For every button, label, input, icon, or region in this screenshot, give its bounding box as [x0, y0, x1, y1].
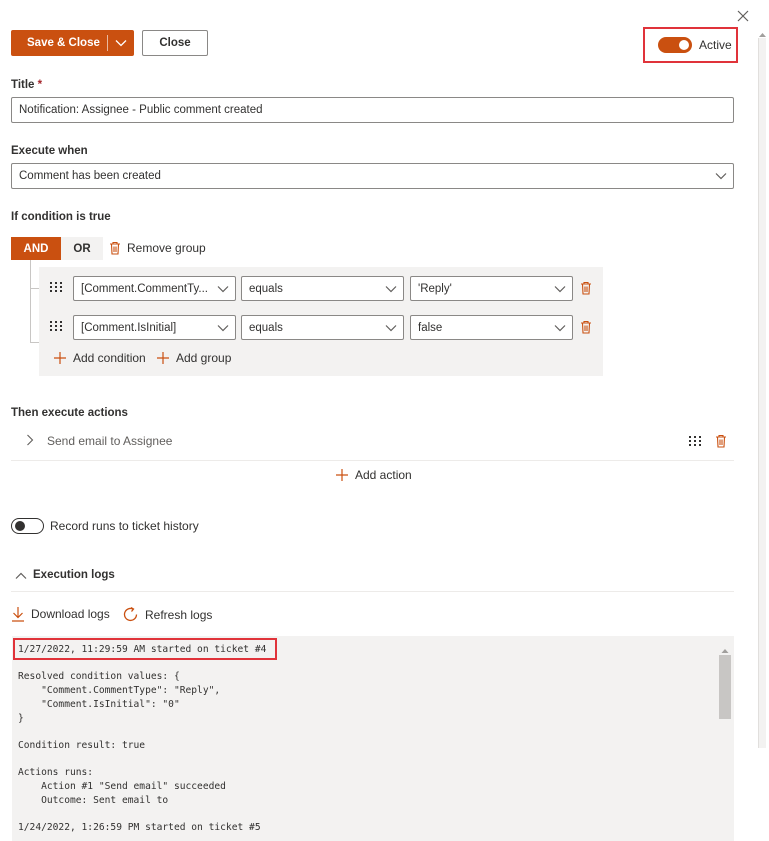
drag-handle-icon[interactable] — [50, 282, 63, 292]
action-item-label[interactable]: Send email to Assignee — [47, 434, 172, 448]
add-group-button[interactable]: Add group — [156, 351, 231, 365]
log-highlight-box — [13, 638, 277, 660]
condition-field-value: [Comment.IsInitial] — [81, 321, 177, 334]
trash-icon — [109, 241, 121, 255]
panel-scrollbar-thumb[interactable] — [758, 38, 766, 748]
trash-icon[interactable] — [715, 434, 727, 451]
divider — [11, 591, 734, 592]
chevron-down-icon — [379, 324, 403, 332]
active-label: Active — [699, 38, 732, 52]
log-line: "Comment.CommentType": "Reply", — [18, 685, 221, 697]
execute-when-dropdown[interactable]: Comment has been created — [11, 163, 734, 189]
tree-line — [30, 260, 31, 342]
active-toggle[interactable] — [658, 37, 692, 53]
condition-value-dropdown[interactable]: false — [410, 315, 573, 340]
plus-icon — [156, 351, 170, 365]
remove-group-label: Remove group — [127, 241, 206, 255]
title-input[interactable]: Notification: Assignee - Public comment … — [11, 97, 734, 123]
remove-group-button[interactable]: Remove group — [109, 241, 206, 255]
chevron-down-icon — [379, 285, 403, 293]
add-condition-button[interactable]: Add condition — [53, 351, 146, 365]
chevron-right-icon[interactable] — [26, 434, 34, 449]
add-condition-label: Add condition — [73, 351, 146, 365]
log-scrollbar-thumb[interactable] — [719, 655, 731, 719]
log-line: Condition result: true — [18, 739, 146, 751]
condition-operator-value: equals — [249, 282, 283, 295]
condition-field-value: [Comment.CommentTy... — [81, 282, 208, 295]
log-line: Outcome: Sent email to — [18, 794, 169, 806]
log-line: } — [18, 712, 24, 724]
and-button[interactable]: AND — [11, 237, 61, 260]
chevron-down-icon — [211, 324, 235, 332]
execution-logs-label[interactable]: Execution logs — [33, 569, 115, 581]
condition-field-dropdown[interactable]: [Comment.CommentTy... — [73, 276, 236, 301]
condition-field-dropdown[interactable]: [Comment.IsInitial] — [73, 315, 236, 340]
or-button[interactable]: OR — [61, 237, 103, 260]
add-action-button[interactable]: Add action — [335, 468, 412, 482]
chevron-down-icon — [548, 324, 572, 332]
plus-icon — [53, 351, 67, 365]
download-logs-button[interactable]: Download logs — [11, 606, 110, 622]
actions-label: Then execute actions — [11, 407, 128, 419]
log-line: ​ — [18, 753, 266, 767]
chevron-down-icon[interactable] — [108, 39, 134, 47]
divider — [11, 460, 734, 461]
condition-value-value: 'Reply' — [418, 282, 452, 295]
required-mark: * — [37, 79, 43, 91]
log-line: ​ — [18, 807, 266, 821]
download-icon — [11, 606, 25, 622]
log-line: Action #1 "Send email" succeeded — [18, 781, 226, 793]
add-action-label: Add action — [355, 468, 412, 482]
save-close-button[interactable]: Save & Close — [11, 30, 134, 56]
title-input-value: Notification: Assignee - Public comment … — [19, 104, 263, 116]
log-line: 1/24/2022, 1:26:59 PM started on ticket … — [18, 822, 261, 834]
log-text: 1/27/2022, 11:29:59 AM started on ticket… — [18, 643, 266, 835]
log-line: Resolved condition values: { — [18, 671, 180, 683]
chevron-down-icon — [709, 172, 733, 180]
execute-when-value: Comment has been created — [19, 170, 161, 182]
execute-when-label: Execute when — [11, 145, 88, 157]
log-line: "Comment.IsInitial": "0" — [18, 698, 180, 710]
chevron-up-icon[interactable] — [15, 569, 27, 583]
execution-log-output[interactable]: 1/27/2022, 11:29:59 AM started on ticket… — [12, 636, 734, 841]
condition-label: If condition is true — [11, 211, 111, 223]
trash-icon[interactable] — [580, 320, 592, 337]
refresh-icon — [122, 606, 139, 623]
drag-handle-icon[interactable] — [689, 436, 702, 446]
record-runs-toggle[interactable] — [11, 518, 44, 534]
save-close-label: Save & Close — [27, 37, 100, 49]
record-runs-label: Record runs to ticket history — [50, 519, 199, 533]
log-line: Actions runs: — [18, 767, 94, 779]
chevron-down-icon — [548, 285, 572, 293]
refresh-logs-label: Refresh logs — [145, 607, 213, 622]
condition-value-value: false — [418, 321, 443, 334]
active-toggle-container: Active — [643, 27, 738, 63]
close-icon[interactable] — [736, 9, 750, 23]
download-logs-label: Download logs — [31, 607, 110, 621]
plus-icon — [335, 468, 349, 482]
condition-operator-dropdown[interactable]: equals — [241, 315, 404, 340]
title-label: Title * — [11, 79, 43, 91]
add-group-label: Add group — [176, 351, 232, 365]
refresh-logs-button[interactable]: Refresh logs — [122, 606, 212, 623]
condition-operator-value: equals — [249, 321, 283, 334]
condition-operator-dropdown[interactable]: equals — [241, 276, 404, 301]
log-line: ​ — [18, 725, 266, 739]
close-button-label: Close — [159, 37, 191, 49]
close-button[interactable]: Close — [142, 30, 208, 56]
trash-icon[interactable] — [580, 281, 592, 298]
drag-handle-icon[interactable] — [50, 321, 63, 331]
chevron-down-icon — [211, 285, 235, 293]
condition-value-dropdown[interactable]: 'Reply' — [410, 276, 573, 301]
